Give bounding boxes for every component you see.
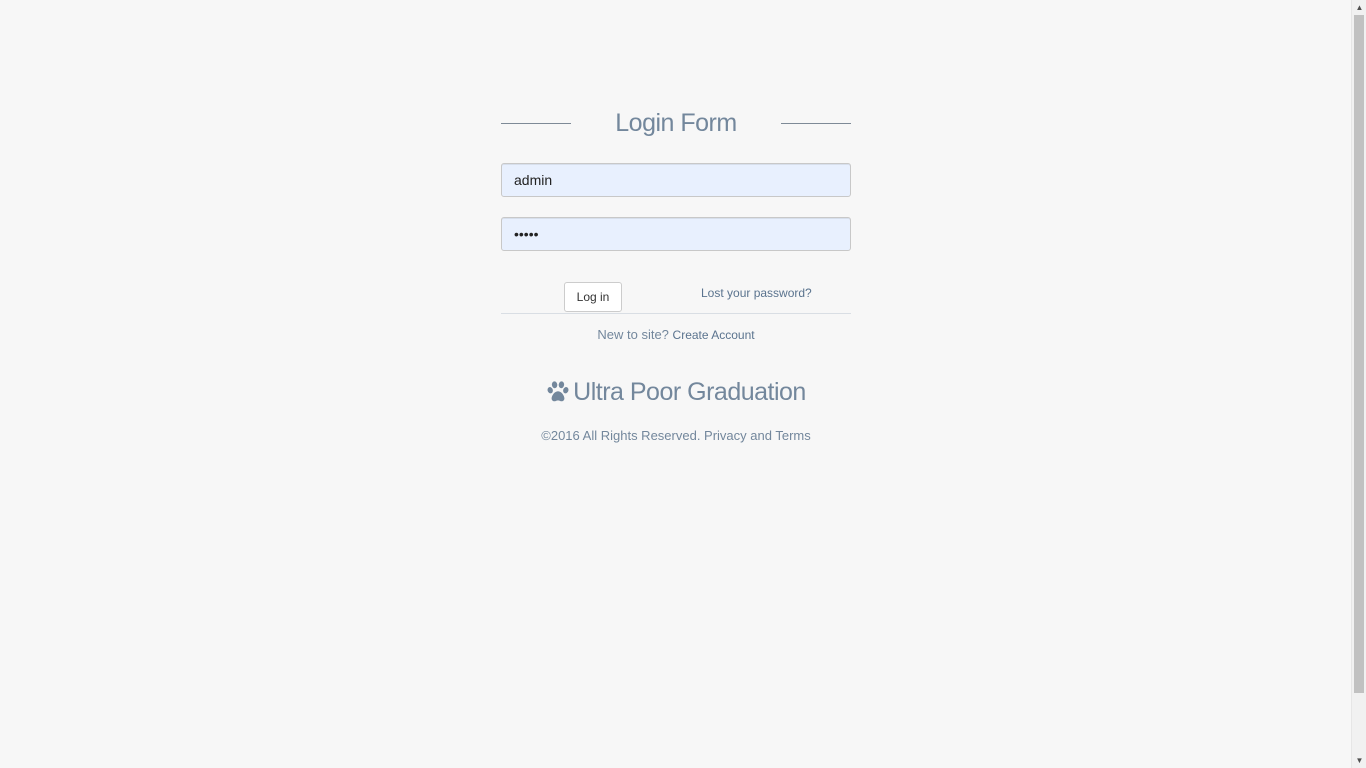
footer-copyright: ©2016 All Rights Reserved. Privacy and T… [541, 428, 811, 443]
scroll-up-icon[interactable]: ▲ [1352, 0, 1366, 15]
title-divider-left [501, 123, 571, 124]
page-title: Login Form [615, 109, 737, 137]
paw-icon [546, 380, 570, 412]
new-to-site-text: New to site? [597, 327, 669, 342]
username-input[interactable] [501, 163, 851, 197]
form-header: Login Form [501, 100, 851, 146]
scrollbar-thumb[interactable] [1354, 15, 1364, 693]
brand: Ultra Poor Graduation [501, 376, 851, 408]
create-account-link[interactable]: Create Account [673, 328, 755, 342]
title-divider-right [781, 123, 851, 124]
page: Login Form Log in Lost your password? Ne… [0, 0, 1351, 768]
login-form: Login Form Log in Lost your password? Ne… [501, 100, 851, 443]
scroll-down-icon[interactable]: ▼ [1352, 753, 1366, 768]
login-button[interactable]: Log in [564, 282, 622, 312]
password-input[interactable] [501, 217, 851, 251]
signup-prompt: New to site? Create Account [501, 327, 851, 342]
lost-password-link[interactable]: Lost your password? [701, 286, 812, 300]
vertical-scrollbar[interactable]: ▲ ▼ [1351, 0, 1366, 768]
form-actions: Log in Lost your password? [501, 251, 851, 314]
brand-name: Ultra Poor Graduation [573, 378, 806, 406]
